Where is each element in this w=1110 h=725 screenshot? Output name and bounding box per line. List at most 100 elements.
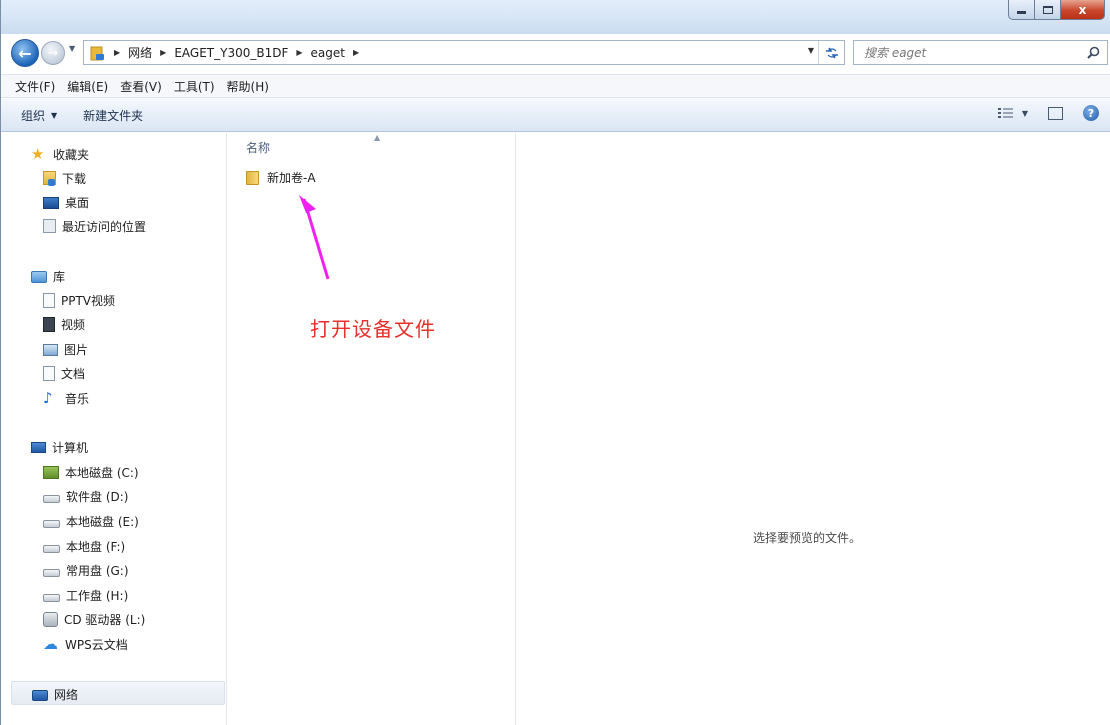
documents-icon [43, 365, 55, 381]
organize-button[interactable]: 组织 ▼ [21, 107, 57, 124]
sidebar-item-label: 常用盘 (G:) [66, 563, 129, 578]
annotation-arrow [299, 195, 330, 280]
sidebar-item-label: 视频 [61, 317, 86, 332]
refresh-icon [825, 47, 838, 58]
sidebar-item-label: 下载 [62, 171, 87, 186]
navigation-pane: ★ 收藏夹 下载 桌面 最近访问的位置 库 PPTV视频 视频 图片 文档 ♪ 音乐… [1, 133, 227, 725]
breadcrumb-device[interactable]: EAGET_Y300_B1DF [174, 46, 288, 60]
cd-drive-icon [43, 611, 58, 627]
address-bar[interactable]: ▶ 网络 ▶ EAGET_Y300_B1DF ▶ eaget ▶ ▼ [83, 40, 845, 65]
refresh-button[interactable] [818, 41, 844, 64]
forward-arrow-icon: → [47, 45, 59, 61]
sidebar-item-label: 库 [53, 269, 66, 284]
close-icon: x [1078, 2, 1087, 17]
breadcrumb-separator[interactable]: ▶ [114, 48, 120, 57]
preview-pane-icon[interactable] [1048, 106, 1063, 120]
sidebar-item-drive-g[interactable]: 常用盘 (G:) [43, 559, 129, 581]
sidebar-item-label: 本地磁盘 (C:) [65, 465, 139, 480]
menu-view[interactable]: 查看(V) [114, 78, 168, 95]
sidebar-item-drive-d[interactable]: 软件盘 (D:) [43, 485, 128, 507]
sidebar-item-label: 计算机 [52, 440, 89, 455]
new-folder-button[interactable]: 新建文件夹 [83, 107, 143, 124]
sidebar-item-desktop[interactable]: 桌面 [43, 191, 89, 213]
recent-pages-dropdown[interactable]: ▼ [69, 44, 75, 53]
forward-button[interactable]: → [41, 41, 65, 65]
pictures-icon [43, 344, 58, 356]
chevron-down-icon: ▼ [51, 110, 58, 120]
command-bar-right: ▼ ? [997, 105, 1099, 121]
video-icon [43, 316, 55, 332]
sidebar-item-videos[interactable]: 视频 [43, 313, 85, 335]
pptv-library-icon [43, 292, 55, 308]
recent-places-icon [43, 219, 56, 233]
sidebar-item-label: 音乐 [65, 391, 90, 406]
close-button[interactable]: x [1061, 0, 1105, 20]
drive-icon [43, 495, 60, 503]
sidebar-network-highlight[interactable]: 网络 [11, 681, 225, 705]
annotation-text: 打开设备文件 [310, 317, 436, 341]
file-item-folder[interactable]: 新加卷-A [246, 169, 316, 186]
sidebar-item-drive-h[interactable]: 工作盘 (H:) [43, 584, 128, 606]
breadcrumb-separator[interactable]: ▶ [296, 48, 302, 57]
column-header-name[interactable]: 名称 [246, 139, 270, 156]
command-bar: 组织 ▼ 新建文件夹 ▼ ? [1, 99, 1110, 132]
drive-icon [43, 594, 60, 602]
system-drive-icon [43, 465, 59, 479]
sidebar-item-cd-drive[interactable]: CD 驱动器 (L:) [43, 608, 145, 630]
sort-ascending-icon: ▲ [374, 133, 381, 142]
sidebar-computer[interactable]: 计算机 [31, 436, 88, 458]
menu-tools[interactable]: 工具(T) [168, 78, 221, 95]
sidebar-item-documents[interactable]: 文档 [43, 362, 85, 384]
sidebar-item-wps-cloud[interactable]: ☁ WPS云文档 [43, 633, 128, 655]
sidebar-item-label: 图片 [64, 342, 89, 357]
desktop-icon [43, 197, 59, 209]
address-dropdown-icon[interactable]: ▼ [808, 46, 814, 55]
sidebar-favorites[interactable]: ★ 收藏夹 [31, 143, 89, 165]
back-arrow-icon: ← [18, 43, 32, 63]
libraries-icon [31, 271, 47, 283]
breadcrumb-separator[interactable]: ▶ [353, 48, 359, 57]
maximize-button[interactable] [1035, 0, 1061, 20]
computer-icon [31, 442, 46, 453]
music-icon: ♪ [43, 389, 53, 407]
sidebar-item-music[interactable]: ♪ 音乐 [43, 387, 89, 409]
search-input[interactable] [864, 45, 1084, 60]
breadcrumb-network[interactable]: 网络 [128, 44, 152, 61]
maximize-icon [1042, 5, 1053, 14]
sidebar-item-label: 最近访问的位置 [62, 219, 147, 234]
folder-icon [246, 170, 259, 185]
folder-icon [90, 45, 106, 61]
sidebar-item-downloads[interactable]: 下载 [43, 167, 86, 189]
sidebar-network[interactable]: 网络 [32, 683, 78, 705]
sidebar-item-drive-c[interactable]: 本地磁盘 (C:) [43, 461, 139, 483]
sidebar-item-drive-f[interactable]: 本地盘 (F:) [43, 535, 125, 557]
search-box[interactable] [853, 40, 1108, 65]
sidebar-item-recent-places[interactable]: 最近访问的位置 [43, 215, 146, 237]
chevron-down-icon: ▼ [1021, 108, 1028, 118]
sidebar-item-pptv[interactable]: PPTV视频 [43, 289, 115, 311]
window-controls: x [1008, 0, 1105, 20]
menu-edit[interactable]: 编辑(E) [61, 78, 114, 95]
minimize-button[interactable] [1008, 0, 1035, 20]
search-icon[interactable] [1087, 46, 1100, 59]
views-button[interactable]: ▼ [997, 107, 1028, 119]
drive-icon [43, 545, 60, 553]
sidebar-item-label: 本地磁盘 (E:) [66, 514, 139, 529]
help-icon[interactable]: ? [1083, 105, 1099, 121]
sidebar-item-pictures[interactable]: 图片 [43, 338, 88, 360]
title-bar: x [1, 0, 1110, 34]
sidebar-item-label: 桌面 [65, 195, 90, 210]
sidebar-libraries[interactable]: 库 [31, 265, 65, 287]
breadcrumb-eaget[interactable]: eaget [311, 46, 345, 60]
explorer-window: x ← → ▼ ▶ 网络 ▶ EAGET_Y300_B1DF ▶ eaget ▶… [0, 0, 1110, 725]
breadcrumb-separator[interactable]: ▶ [160, 48, 166, 57]
menu-help[interactable]: 帮助(H) [221, 78, 275, 95]
drive-icon [43, 520, 60, 528]
sidebar-item-label: PPTV视频 [61, 293, 116, 308]
sidebar-item-label: 工作盘 (H:) [66, 588, 129, 603]
sidebar-item-drive-e[interactable]: 本地磁盘 (E:) [43, 510, 139, 532]
sidebar-item-label: 收藏夹 [53, 147, 90, 162]
preview-message: 选择要预览的文件。 [752, 531, 861, 545]
back-button[interactable]: ← [11, 39, 39, 67]
menu-file[interactable]: 文件(F) [9, 78, 61, 95]
